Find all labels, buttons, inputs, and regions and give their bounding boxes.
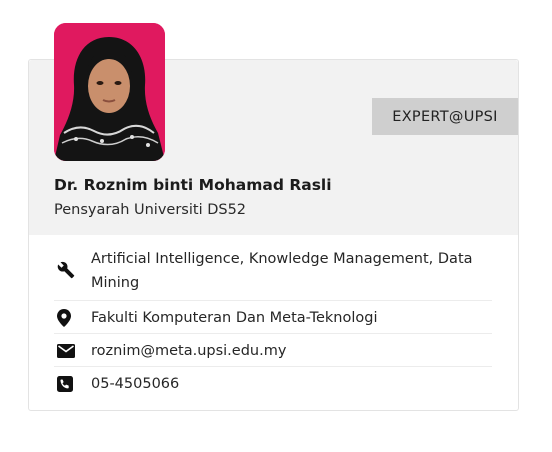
email-link[interactable]: roznim@meta.upsi.edu.my: [91, 339, 286, 363]
phone-row: 05-4505066: [54, 367, 492, 400]
portrait-image: [54, 23, 165, 161]
expert-badge: EXPERT@UPSI: [372, 98, 518, 135]
profile-header: EXPERT@UPSI Dr. Roznim binti Mohamad Ras…: [29, 23, 518, 235]
expertise-row: Artificial Intelligence, Knowledge Manag…: [54, 245, 492, 301]
email-row: roznim@meta.upsi.edu.my: [54, 334, 492, 367]
faculty-row: Fakulti Komputeran Dan Meta-Teknologi: [54, 301, 492, 334]
profile-photo: [54, 23, 165, 161]
faculty-text: Fakulti Komputeran Dan Meta-Teknologi: [91, 310, 378, 326]
wrench-icon: [54, 245, 91, 295]
phone-icon: [54, 372, 91, 396]
expertise-text: Artificial Intelligence, Knowledge Manag…: [91, 251, 473, 291]
profile-position: Pensyarah Universiti DS52: [54, 202, 247, 218]
map-pin-icon: [54, 306, 91, 330]
phone-text: 05-4505066: [91, 376, 180, 392]
profile-details: Artificial Intelligence, Knowledge Manag…: [54, 245, 492, 400]
profile-card: EXPERT@UPSI Dr. Roznim binti Mohamad Ras…: [28, 23, 519, 411]
envelope-icon: [54, 339, 91, 363]
profile-name: Dr. Roznim binti Mohamad Rasli: [54, 176, 332, 194]
